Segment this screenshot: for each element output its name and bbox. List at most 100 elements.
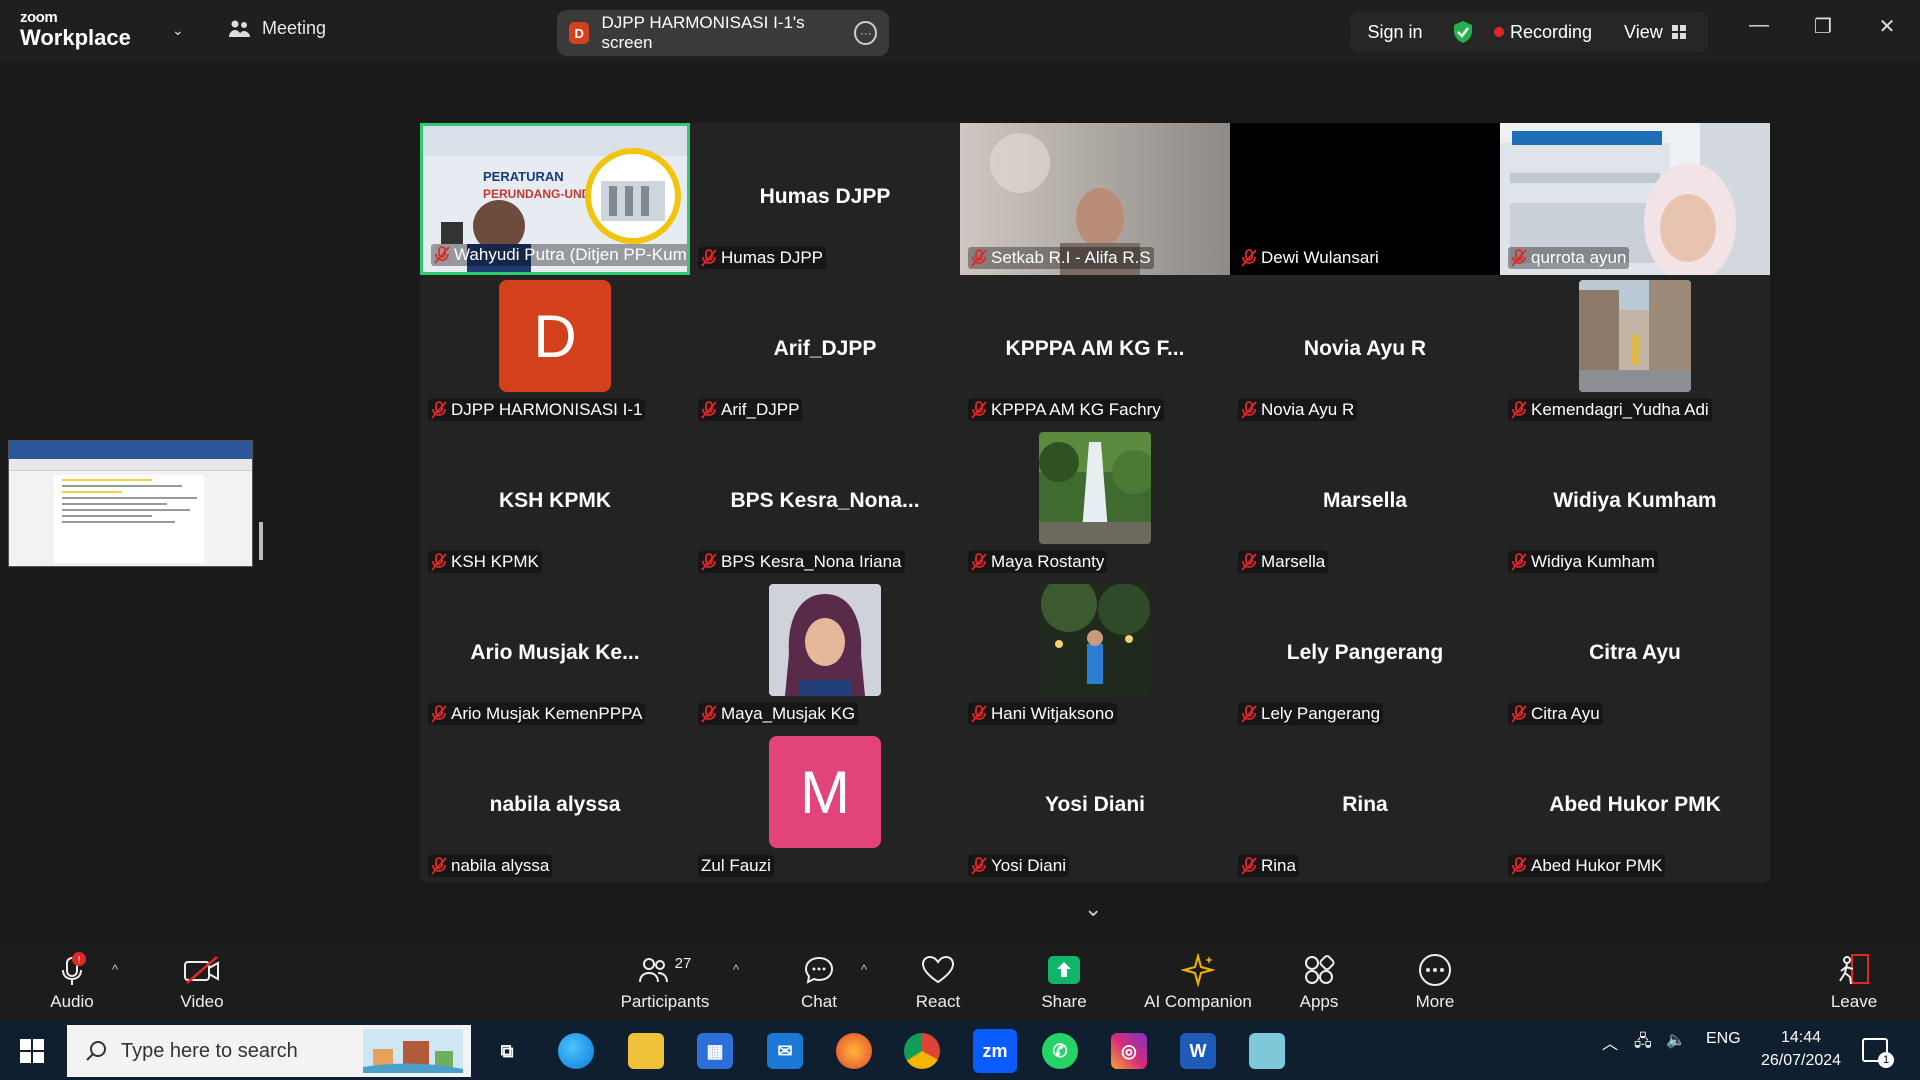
participant-tile[interactable]: Abed Hukor PMK Abed Hukor PMK [1500, 731, 1770, 883]
participant-name-label: Abed Hukor PMK [1508, 855, 1666, 877]
encryption-shield-icon[interactable] [1452, 20, 1474, 44]
participant-tile[interactable]: Humas DJPP Humas DJPP [690, 123, 960, 275]
screen-share-indicator[interactable]: D DJPP HARMONISASI I-1's screen ··· [557, 10, 889, 56]
participant-tile[interactable]: Maya_Musjak KG [690, 579, 960, 731]
mic-muted-icon [971, 857, 987, 875]
restore-icon[interactable]: ❐ [1808, 14, 1838, 39]
initial-avatar: D [499, 280, 611, 392]
share-button[interactable]: Share [1034, 952, 1094, 1012]
volume-icon[interactable]: 🔈 [1666, 1030, 1686, 1050]
language-indicator[interactable]: ENG [1706, 1030, 1741, 1048]
participant-tile[interactable]: nabila alyssa nabila alyssa [420, 731, 690, 883]
participant-tile[interactable]: Widiya Kumham Widiya Kumham [1500, 427, 1770, 579]
chat-button[interactable]: Chat [790, 952, 848, 1012]
edge-browser-icon[interactable] [558, 1033, 594, 1069]
search-placeholder: Type here to search [121, 1039, 298, 1062]
mic-muted-icon [1241, 705, 1257, 723]
shared-screen-thumbnail[interactable] [8, 440, 253, 567]
participant-name: Humas DJPP [721, 248, 824, 267]
participant-name: BPS Kesra_Nona Iriana [721, 552, 902, 571]
taskbar-clock[interactable]: 14:44 26/07/2024 [1756, 1026, 1846, 1072]
mic-muted-icon [1511, 401, 1527, 419]
windows-start-icon[interactable] [20, 1039, 44, 1063]
minimize-icon[interactable]: — [1744, 14, 1774, 37]
leave-button[interactable]: Leave [1826, 952, 1882, 1012]
participant-tile[interactable]: Setkab R.I - Alifa R.S [960, 123, 1230, 275]
word-icon[interactable]: W [1180, 1033, 1216, 1069]
more-options-icon[interactable]: ··· [854, 21, 877, 45]
participant-tile[interactable]: Lely Pangerang Lely Pangerang [1230, 579, 1500, 731]
record-dot-icon [1494, 27, 1504, 37]
participant-tile[interactable]: Rina Rina [1230, 731, 1500, 883]
zoom-taskbar-icon[interactable]: zm [973, 1029, 1017, 1073]
network-icon[interactable]: 🖧 [1634, 1030, 1652, 1057]
grid-view-icon [1671, 25, 1686, 39]
tray-expand-icon[interactable]: ︿ [1602, 1030, 1618, 1054]
chat-options-chevron-icon[interactable]: ^ [861, 962, 867, 977]
participant-tile[interactable]: PERATURAN PERUNDANG-UNDANGAN Wahyudi Putra… [420, 123, 690, 275]
view-button[interactable]: View [1624, 22, 1687, 43]
more-button[interactable]: More [1406, 952, 1464, 1012]
participant-tile[interactable]: Hani Witjaksono [960, 579, 1230, 731]
participant-tile[interactable]: KPPPA AM KG F... KPPPA AM KG Fachry [960, 275, 1230, 427]
profile-picture [1039, 432, 1151, 544]
mic-muted-icon [971, 553, 987, 571]
mail-icon[interactable]: ✉ [767, 1033, 803, 1069]
zoom-logo[interactable]: zoom Workplace [20, 10, 170, 52]
app-icon[interactable] [1249, 1033, 1285, 1069]
mic-muted-icon [971, 401, 987, 419]
scroll-down-chevron-icon[interactable]: ⌄ [1084, 896, 1102, 922]
mic-muted-icon [431, 705, 447, 723]
participant-name: Abed Hukor PMK [1531, 856, 1663, 875]
participant-tile[interactable]: Marsella Marsella [1230, 427, 1500, 579]
participant-display-name: Humas DJPP [759, 185, 891, 208]
video-button[interactable]: Video [172, 952, 232, 1012]
participant-tile[interactable]: qurrota ayun [1500, 123, 1770, 275]
audio-button[interactable]: ! Audio [42, 952, 102, 1012]
participant-tile[interactable]: Citra Ayu Citra Ayu [1500, 579, 1770, 731]
title-bar: zoom Workplace ⌄ Meeting D DJPP HARMONIS… [0, 0, 1920, 62]
chevron-down-icon[interactable]: ⌄ [172, 22, 184, 39]
firefox-icon[interactable] [836, 1033, 872, 1069]
participant-display-name: Lely Pangerang [1286, 641, 1444, 664]
file-explorer-icon[interactable] [628, 1033, 664, 1069]
participant-tile[interactable]: Arif_DJPP Arif_DJPP [690, 275, 960, 427]
sharer-badge: D [569, 22, 590, 44]
participants-options-chevron-icon[interactable]: ^ [733, 962, 739, 977]
meeting-controls: ! Audio ^ Video 27 Participants ^ Chat ^… [0, 940, 1920, 1022]
participant-tile[interactable]: Dewi Wulansari [1230, 123, 1500, 275]
participant-tile[interactable]: Kemendagri_Yudha Adi [1500, 275, 1770, 427]
participant-tile[interactable]: Yosi Diani Yosi Diani [960, 731, 1230, 883]
more-icon [1419, 954, 1451, 986]
notification-center-icon[interactable]: 1 [1862, 1038, 1894, 1068]
instagram-icon[interactable]: ◎ [1111, 1033, 1147, 1069]
panel-resize-handle[interactable] [259, 522, 263, 560]
chrome-icon[interactable] [904, 1033, 940, 1069]
participant-tile[interactable]: D DJPP HARMONISASI I-1 [420, 275, 690, 427]
close-icon[interactable]: ✕ [1872, 14, 1902, 39]
mic-muted-icon [431, 857, 447, 875]
participant-tile[interactable]: Maya Rostanty [960, 427, 1230, 579]
meeting-menu[interactable]: Meeting [228, 18, 326, 39]
sign-in-button[interactable]: Sign in [1350, 22, 1440, 43]
participant-tile[interactable]: KSH KPMK KSH KPMK [420, 427, 690, 579]
recording-indicator[interactable]: Recording [1494, 22, 1592, 43]
task-view-icon[interactable]: ⧉ [489, 1033, 525, 1069]
mic-muted-icon [431, 553, 447, 571]
participant-tile[interactable]: Novia Ayu R Novia Ayu R [1230, 275, 1500, 427]
view-label: View [1624, 21, 1663, 42]
ai-companion-button[interactable]: AI Companion [1140, 952, 1256, 1012]
participants-button[interactable]: 27 Participants [620, 952, 710, 1012]
participant-tile[interactable]: M Zul Fauzi [690, 731, 960, 883]
apps-icon [1305, 955, 1335, 984]
apps-button[interactable]: Apps [1290, 952, 1348, 1012]
react-button[interactable]: React [908, 952, 968, 1012]
participant-display-name: Rina [1342, 793, 1388, 816]
participant-tile[interactable]: Ario Musjak Ke... Ario Musjak KemenPPPA [420, 579, 690, 731]
microsoft-store-icon[interactable]: ▦ [697, 1033, 733, 1069]
whatsapp-icon[interactable]: ✆ [1042, 1033, 1078, 1069]
taskbar-search-box[interactable]: Type here to search [67, 1025, 471, 1077]
audio-options-chevron-icon[interactable]: ^ [112, 962, 118, 977]
participant-name-label: Maya_Musjak KG [698, 703, 859, 725]
participant-tile[interactable]: BPS Kesra_Nona... BPS Kesra_Nona Iriana [690, 427, 960, 579]
